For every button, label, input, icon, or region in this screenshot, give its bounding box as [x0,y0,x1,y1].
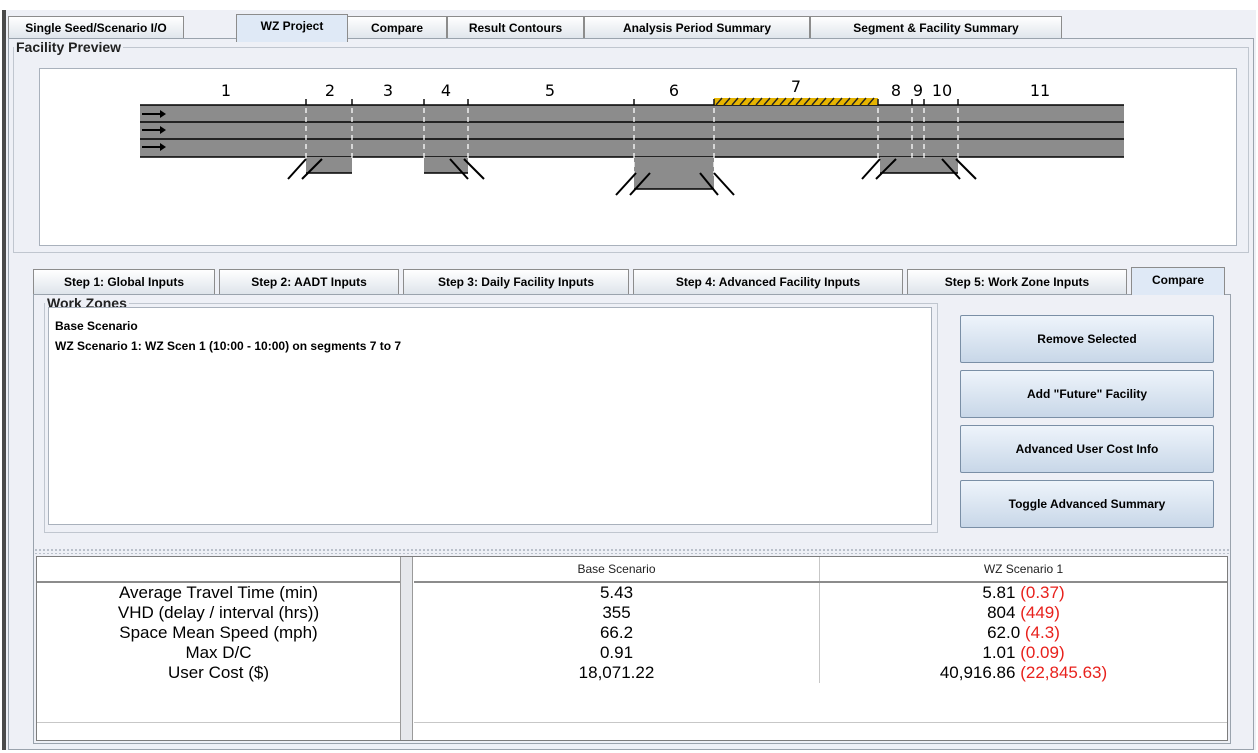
mainline-road [140,105,1124,157]
tab-analysis-period-summary[interactable]: Analysis Period Summary [584,16,810,40]
segment-number: 5 [545,81,555,100]
segment-number: 1 [221,81,231,100]
aux-lane-1 [306,157,352,173]
cell-wz-value: 804 [987,603,1016,622]
cell-wz-delta: (0.09) [1020,643,1065,662]
compare-panel: Work Zones Base Scenario WZ Scenario 1: … [33,294,1231,744]
step-tab-bar: Step 1: Global Inputs Step 2: AADT Input… [33,265,1229,295]
toggle-advanced-summary-button[interactable]: Toggle Advanced Summary [960,480,1214,528]
tab-step3-daily-facility-inputs[interactable]: Step 3: Daily Facility Inputs [403,269,629,295]
cell-base: 66.2 [414,623,820,643]
table-divider [401,557,413,740]
facility-diagram: 1 2 3 4 5 6 7 8 9 10 11 [140,77,1124,196]
facility-preview-legend: Facility Preview [16,39,122,55]
row-label: Space Mean Speed (mph) [119,623,318,642]
facility-preview-canvas: 1 2 3 4 5 6 7 8 9 10 11 [39,68,1237,246]
cell-wz-value: 62.0 [987,623,1021,642]
main-tab-bar: Single Seed/Scenario I/O WZ Project Comp… [8,10,1254,42]
row-header-column: Average Travel Time (min) VHD (delay / i… [37,557,401,740]
cell-wz: 5.81 (0.37) [820,583,1227,603]
wz-project-panel: Facility Preview 1 2 3 4 5 6 7 8 9 10 11… [8,38,1254,750]
segment-number: 8 [891,81,901,100]
cell-wz: 1.01 (0.09) [820,643,1227,663]
cell-wz-delta: (22,845.63) [1020,663,1108,682]
add-future-facility-button[interactable]: Add "Future" Facility [960,370,1214,418]
results-table: Average Travel Time (min) VHD (delay / i… [36,556,1228,741]
segment-number: 10 [932,81,952,100]
table-row: 18,071.22 40,916.86 (22,845.63) [414,663,1227,683]
tab-wz-project[interactable]: WZ Project [236,14,348,42]
table-row: 5.43 5.81 (0.37) [414,583,1227,603]
column-header-wz-scenario-1[interactable]: WZ Scenario 1 [820,557,1227,581]
ramps [287,158,977,196]
aux-lane-3 [634,157,714,189]
segment-number: 3 [383,81,393,100]
row-label: Average Travel Time (min) [118,583,319,602]
segment-number: 6 [669,81,679,100]
cell-wz-delta: (449) [1020,603,1060,622]
cell-base: 0.91 [414,643,820,663]
table-row: 66.2 62.0 (4.3) [414,623,1227,643]
table-row: 0.91 1.01 (0.09) [414,643,1227,663]
tab-step2-aadt-inputs[interactable]: Step 2: AADT Inputs [219,269,399,295]
cell-wz-value: 40,916.86 [939,663,1016,682]
tab-step1-global-inputs[interactable]: Step 1: Global Inputs [33,269,215,295]
work-zone-list[interactable]: Base Scenario WZ Scenario 1: WZ Scen 1 (… [48,307,932,525]
segment-number: 7 [791,77,801,96]
tab-single-seed-io[interactable]: Single Seed/Scenario I/O [8,16,184,40]
list-item-base-scenario[interactable]: Base Scenario [49,316,931,336]
list-item-wz-scenario-1[interactable]: WZ Scenario 1: WZ Scen 1 (10:00 - 10:00)… [49,336,931,356]
column-header-base[interactable]: Base Scenario [414,557,820,581]
tab-step5-work-zone-inputs[interactable]: Step 5: Work Zone Inputs [907,269,1127,295]
segment-number: 4 [441,81,451,100]
cell-wz: 804 (449) [820,603,1227,623]
cell-wz-delta: (0.37) [1020,583,1065,602]
scenario-columns: Base Scenario WZ Scenario 1 5.43 5.81 (0… [414,557,1227,740]
row-label: Max D/C [185,643,252,662]
advanced-user-cost-info-button[interactable]: Advanced User Cost Info [960,425,1214,473]
cell-base: 355 [414,603,820,623]
aux-lane-lines [306,172,958,190]
cell-base: 5.43 [414,583,820,603]
cell-wz-delta: (4.3) [1024,623,1060,642]
tab-result-contours[interactable]: Result Contours [447,16,584,40]
tab-segment-facility-summary[interactable]: Segment & Facility Summary [810,16,1062,40]
splitter-handle[interactable] [34,548,1230,554]
tab-step-compare[interactable]: Compare [1131,267,1225,295]
tab-step4-advanced-facility-inputs[interactable]: Step 4: Advanced Facility Inputs [633,269,903,295]
cell-wz-value: 1.01 [982,643,1016,662]
segment-number: 9 [913,81,923,100]
cell-wz-value: 5.81 [982,583,1016,602]
segment-number: 2 [325,81,335,100]
table-row: 355 804 (449) [414,603,1227,623]
cell-wz: 40,916.86 (22,845.63) [820,663,1227,683]
segment-numbers: 1 2 3 4 5 6 7 8 9 10 11 [221,77,1050,100]
row-label: VHD (delay / interval (hrs)) [117,603,320,622]
cell-base: 18,071.22 [414,663,820,683]
remove-selected-button[interactable]: Remove Selected [960,315,1214,363]
table-footer-row [414,722,1227,740]
table-footer-row [37,722,400,740]
row-label: User Cost ($) [167,663,270,682]
cell-wz: 62.0 (4.3) [820,623,1227,643]
segment-number: 11 [1030,81,1050,100]
tab-compare[interactable]: Compare [347,16,447,40]
row-header-blank [37,557,400,583]
